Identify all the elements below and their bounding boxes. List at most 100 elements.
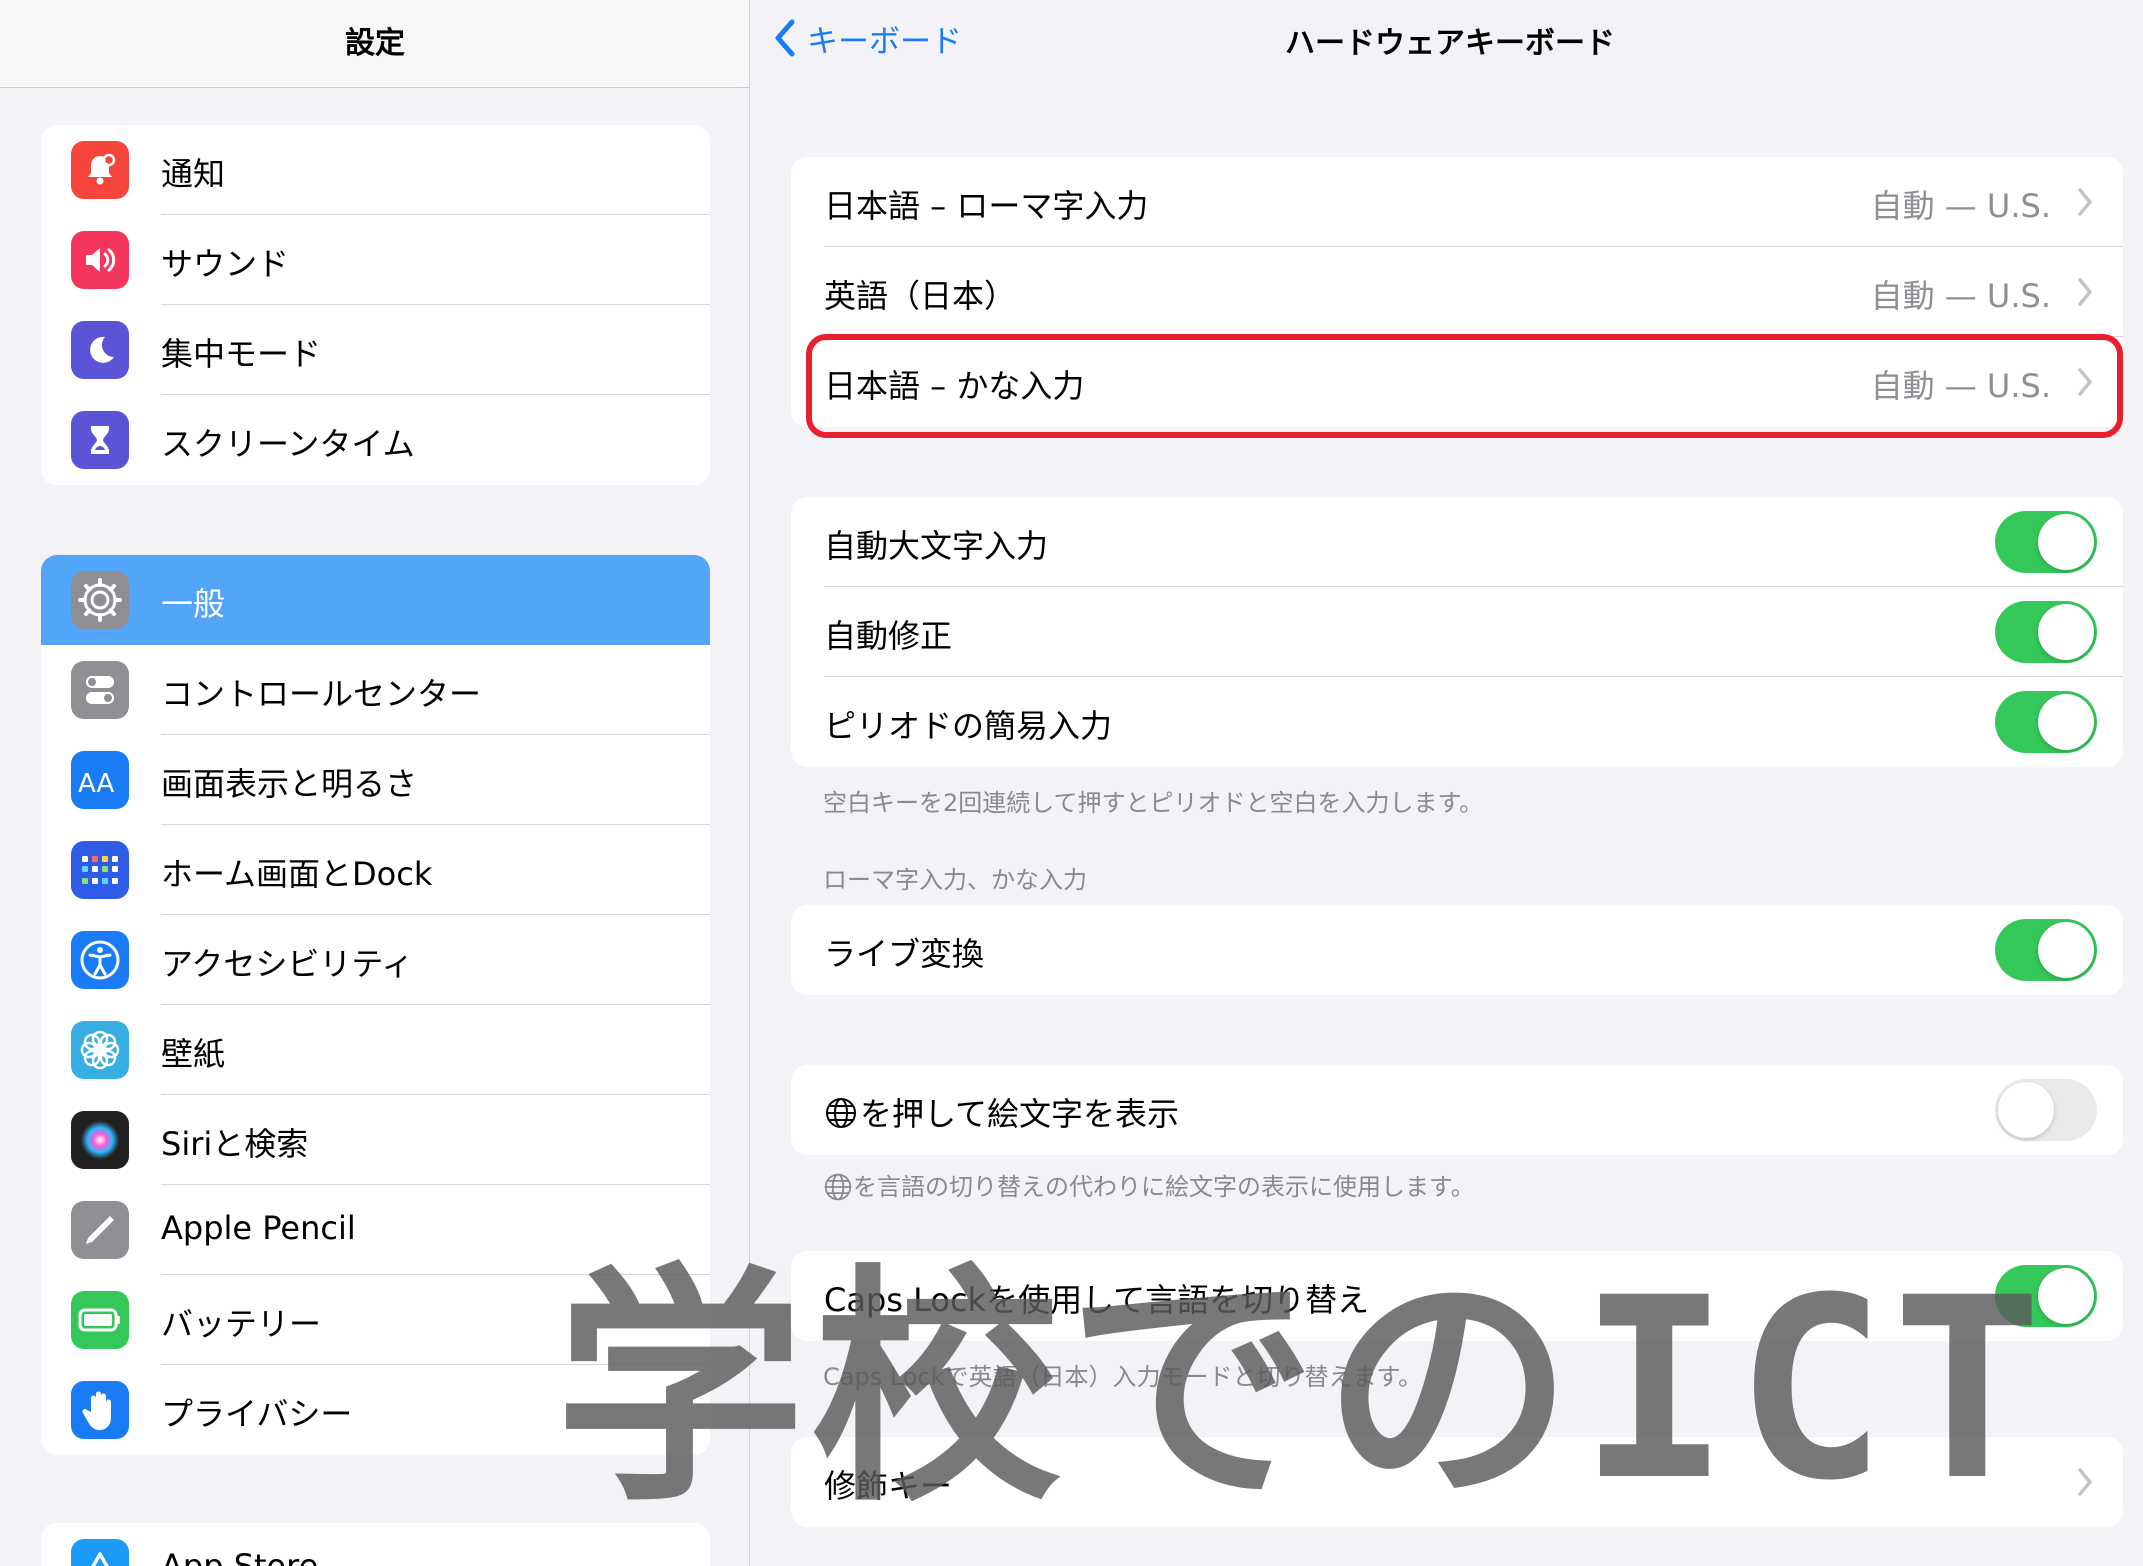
sidebar-item-accessibility[interactable]: アクセシビリティ [41,915,710,1005]
sidebar-item-privacy[interactable]: プライバシー [41,1365,710,1455]
navigation-bar: キーボード ハードウェアキーボード [751,0,2143,88]
pencil-icon [71,1201,129,1259]
app-store-icon [71,1539,129,1566]
sidebar-item-label: バッテリー [161,1305,322,1343]
row-auto-correction: 自動修正 [791,587,2123,677]
row-value: 自動 — U.S. [1870,277,2051,315]
battery-icon [71,1291,129,1349]
row-label: 日本語 – ローマ字入力 [824,187,1149,225]
settings-group-1: 通知 サウンド 集中モード スクリーンタイム [41,125,710,485]
live-conversion-group: ライブ変換 [791,905,2123,995]
caps-lock-toggle[interactable] [1995,1265,2097,1327]
modifier-keys-group: 修飾キー [791,1437,2123,1527]
settings-sidebar: 設定 通知 サウンド 集中モード スクリーンタイム 一般 コントロールセンター … [0,0,750,1566]
accessibility-icon [71,931,129,989]
caps-lock-footnote: Caps Lockで英語（日本）入力モードと切り替えます。 [823,1363,1423,1391]
sidebar-item-siri-search[interactable]: Siriと検索 [41,1095,710,1185]
sidebar-item-label: Apple Pencil [161,1209,356,1247]
layout-row-english-japan[interactable]: 英語（日本） 自動 — U.S. [791,247,2123,337]
sidebar-item-label: ホーム画面とDock [161,855,433,893]
chevron-right-icon [2078,188,2092,216]
globe-emoji-group: を押して絵文字を表示 [791,1065,2123,1155]
toggle-knob [2038,604,2094,660]
row-label: 自動修正 [824,617,953,655]
sidebar-item-wallpaper[interactable]: 壁紙 [41,1005,710,1095]
sidebar-item-display-brightness[interactable]: AA 画面表示と明るさ [41,735,710,825]
typing-options-group: 自動大文字入力 自動修正 ピリオドの簡易入力 [791,497,2123,767]
hand-icon [71,1381,129,1439]
sidebar-item-label: 画面表示と明るさ [161,765,418,803]
page-title: ハードウェアキーボード [751,18,2143,62]
sidebar-header: 設定 [0,0,749,88]
row-value: 自動 — U.S. [1870,367,2051,405]
period-shortcut-toggle[interactable] [1995,691,2097,753]
sidebar-item-label: 集中モード [161,335,322,373]
layout-row-japanese-romaji[interactable]: 日本語 – ローマ字入力 自動 — U.S. [791,157,2123,247]
settings-group-2: 一般 コントロールセンター AA 画面表示と明るさ ホーム画面とDock アクセ… [41,555,710,1455]
layout-row-japanese-kana[interactable]: 日本語 – かな入力 自動 — U.S. [791,337,2123,427]
live-conversion-toggle[interactable] [1995,919,2097,981]
sidebar-title: 設定 [345,26,405,61]
page-title-text: ハードウェアキーボード [1285,26,1615,61]
row-label: Caps Lockを使用して言語を切り替え [824,1281,1370,1319]
row-modifier-keys[interactable]: 修飾キー [791,1437,2123,1527]
sidebar-item-notifications[interactable]: 通知 [41,125,710,215]
row-label: ライブ変換 [824,935,985,973]
sidebar-item-label: スクリーンタイム [161,425,415,463]
keyboard-layouts-group: 日本語 – ローマ字入力 自動 — U.S. 英語（日本） 自動 — U.S. … [791,157,2123,427]
globe-emoji-footnote: を言語の切り替えの代わりに絵文字の表示に使用します。 [823,1167,1475,1202]
row-period-shortcut: ピリオドの簡易入力 [791,677,2123,767]
sidebar-item-label: 壁紙 [161,1035,226,1073]
chevron-right-icon [2078,278,2092,306]
auto-capitalization-toggle[interactable] [1995,511,2097,573]
globe-icon [824,1173,852,1201]
siri-icon [71,1111,129,1169]
bell-icon [71,141,129,199]
sidebar-item-control-center[interactable]: コントロールセンター [41,645,710,735]
sidebar-item-general[interactable]: 一般 [41,555,710,645]
row-caps-lock-switch: Caps Lockを使用して言語を切り替え [791,1251,2123,1341]
sidebar-item-label: App Store [161,1547,319,1566]
toggle-knob [2038,1268,2094,1324]
globe-emoji-toggle[interactable] [1995,1079,2097,1141]
sidebar-item-apple-pencil[interactable]: Apple Pencil [41,1185,710,1275]
row-label-wrap: を押して絵文字を表示 [824,1089,1179,1135]
row-value: 自動 — U.S. [1870,187,2051,225]
sidebar-item-label: 一般 [161,585,226,623]
moon-icon [71,321,129,379]
sidebar-item-label: サウンド [161,245,290,283]
hourglass-icon [71,411,129,469]
row-auto-capitalization: 自動大文字入力 [791,497,2123,587]
sidebar-item-battery[interactable]: バッテリー [41,1275,710,1365]
row-label: を押して絵文字を表示 [860,1095,1180,1133]
sidebar-item-label: プライバシー [161,1395,353,1433]
svg-text:AA: AA [78,769,115,795]
toggle-knob [1998,1082,2054,1138]
row-live-conversion: ライブ変換 [791,905,2123,995]
toggle-knob [2038,514,2094,570]
period-shortcut-footnote: 空白キーを2回連続して押すとピリオドと空白を入力します。 [823,789,1484,817]
globe-icon [826,1098,856,1128]
row-label: 修飾キー [824,1467,953,1505]
sidebar-item-home-screen-dock[interactable]: ホーム画面とDock [41,825,710,915]
flower-icon [71,1021,129,1079]
sidebar-item-label: 通知 [161,155,226,193]
row-label: 自動大文字入力 [824,527,1049,565]
chevron-right-icon [2078,1468,2092,1496]
gear-icon [71,571,129,629]
sidebar-item-label: アクセシビリティ [161,945,414,983]
sidebar-item-sounds[interactable]: サウンド [41,215,710,305]
auto-correction-toggle[interactable] [1995,601,2097,663]
switches-icon [71,661,129,719]
sidebar-item-app-store[interactable]: App Store [41,1523,710,1566]
romaji-kana-section-header: ローマ字入力、かな入力 [823,866,1087,894]
home-grid-icon [71,841,129,899]
speaker-icon [71,231,129,289]
row-label: ピリオドの簡易入力 [824,707,1113,745]
sidebar-item-label: コントロールセンター [161,675,482,713]
sidebar-item-focus[interactable]: 集中モード [41,305,710,395]
row-globe-emoji: を押して絵文字を表示 [791,1065,2123,1155]
footnote-text: を言語の切り替えの代わりに絵文字の表示に使用します。 [853,1173,1475,1201]
toggle-knob [2038,922,2094,978]
sidebar-item-screen-time[interactable]: スクリーンタイム [41,395,710,485]
